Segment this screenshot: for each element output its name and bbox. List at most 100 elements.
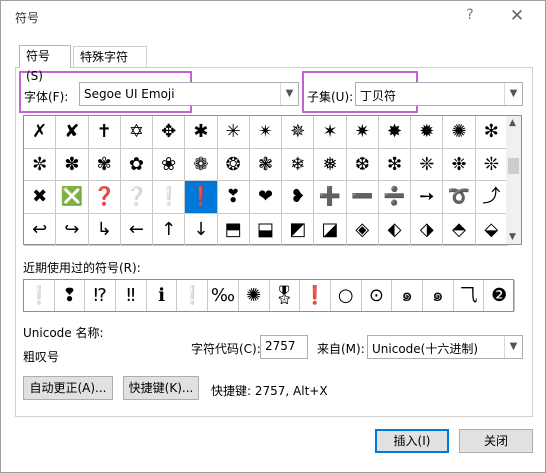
- help-icon[interactable]: ?: [461, 7, 479, 27]
- symbol-cell[interactable]: ❥: [282, 181, 315, 214]
- font-label: 字体(F):: [24, 90, 69, 104]
- recent-symbol-cell[interactable]: ❷: [484, 280, 515, 311]
- symbol-cell[interactable]: ❂: [217, 148, 250, 181]
- symbol-grid-scrollbar[interactable]: ▲ ▼: [506, 115, 522, 245]
- symbol-cell[interactable]: ✘: [56, 116, 89, 149]
- symbol-cell[interactable]: ✖: [24, 181, 57, 214]
- symbol-cell[interactable]: ❁: [185, 148, 218, 181]
- symbol-cell[interactable]: ❤: [249, 181, 283, 214]
- symbol-cell[interactable]: ↩: [24, 213, 57, 246]
- close-icon[interactable]: ✕: [507, 5, 527, 27]
- recent-symbol-cell[interactable]: ❢: [55, 280, 86, 311]
- symbol-grid[interactable]: ✗ ✘ ✝ ✡ ✥ ✱ ✳ ✴ ✵ ✶ ✷ ✸ ✹ ✺ ✻ ✼ ✽ ✾ ✿ ❀ ❁ ❂ ❃ ❄ ❅ ❆ ❇ ❈ ❉ ❊ ✖ ❎ ❓ ❔ ❕ ❗ ❣ ❤ ❥ ➕…: [23, 115, 508, 246]
- symbol-cell[interactable]: ❇: [378, 148, 412, 181]
- symbol-cell[interactable]: ✽: [56, 148, 89, 181]
- symbol-cell[interactable]: ❀: [153, 148, 186, 181]
- symbol-cell[interactable]: ➗: [378, 181, 412, 214]
- symbol-cell[interactable]: ✻: [475, 116, 508, 149]
- recent-symbol-cell[interactable]: ❕: [24, 280, 55, 311]
- symbol-cell[interactable]: ◩: [282, 213, 315, 246]
- symbol-cell[interactable]: ✱: [185, 116, 218, 149]
- recent-symbol-cell[interactable]: ❕: [177, 280, 209, 311]
- recent-symbol-cell[interactable]: ⺄: [454, 280, 485, 311]
- symbol-cell[interactable]: ❎: [56, 181, 89, 214]
- symbol-cell[interactable]: ❗: [185, 181, 218, 214]
- symbol-cell[interactable]: ❔: [120, 181, 154, 214]
- symbol-cell[interactable]: ❃: [249, 148, 283, 181]
- symbol-cell[interactable]: ❄: [282, 148, 315, 181]
- symbol-cell[interactable]: ↪: [56, 213, 89, 246]
- symbol-cell[interactable]: ❅: [314, 148, 347, 181]
- recent-symbol-cell[interactable]: ๑: [423, 280, 454, 311]
- symbol-cell[interactable]: ✵: [282, 116, 315, 149]
- scroll-up-icon[interactable]: ▲: [509, 118, 516, 128]
- symbol-cell[interactable]: ➙: [411, 181, 444, 214]
- symbol-cell[interactable]: ↳: [88, 213, 121, 246]
- symbol-cell[interactable]: ⬓: [249, 213, 283, 246]
- insert-button[interactable]: 插入(I): [375, 429, 449, 453]
- chevron-down-icon[interactable]: ▼: [504, 83, 522, 105]
- symbol-cell[interactable]: ✼: [24, 148, 57, 181]
- shortcut-key-button[interactable]: 快捷键(K)...: [123, 376, 199, 400]
- symbol-cell[interactable]: ✝: [88, 116, 121, 149]
- symbol-cell[interactable]: ❓: [88, 181, 121, 214]
- scroll-down-icon[interactable]: ▼: [509, 232, 516, 242]
- close-button[interactable]: 关闭: [459, 429, 533, 453]
- symbol-cell[interactable]: ←: [120, 213, 154, 246]
- recent-symbol-cell[interactable]: ⁉: [85, 280, 117, 311]
- symbol-cell[interactable]: ✹: [411, 116, 444, 149]
- from-value: Unicode(十六进制): [372, 342, 479, 356]
- recent-symbol-cell[interactable]: ‰: [208, 280, 239, 311]
- recent-symbol-cell[interactable]: 🎖: [270, 280, 301, 311]
- symbol-cell[interactable]: ⬖: [378, 213, 412, 246]
- symbol-cell[interactable]: ✳: [217, 116, 250, 149]
- subset-select[interactable]: 丁贝符 ▼: [355, 82, 523, 106]
- symbol-cell[interactable]: ❊: [475, 148, 508, 181]
- recent-symbol-cell[interactable]: ✺: [239, 280, 270, 311]
- symbol-cell[interactable]: ➰: [443, 181, 476, 214]
- symbol-cell[interactable]: ✿: [120, 148, 154, 181]
- recent-symbol-cell[interactable]: ℹ: [147, 280, 178, 311]
- symbol-cell[interactable]: ✷: [346, 116, 379, 149]
- symbol-cell[interactable]: ⤴: [475, 181, 508, 214]
- recent-symbol-cell[interactable]: ‼: [116, 280, 147, 311]
- symbol-cell[interactable]: ✶: [314, 116, 347, 149]
- symbol-cell[interactable]: ➖: [346, 181, 379, 214]
- autocorrect-button[interactable]: 自动更正(A)...: [23, 376, 113, 400]
- symbol-cell[interactable]: ❣: [217, 181, 250, 214]
- symbol-cell[interactable]: ✗: [24, 116, 57, 149]
- scroll-thumb[interactable]: [508, 158, 519, 174]
- symbol-cell[interactable]: ↑: [153, 213, 186, 246]
- symbol-cell[interactable]: ❆: [346, 148, 379, 181]
- recent-symbol-cell[interactable]: ๑: [392, 280, 423, 311]
- font-value: Segoe UI Emoji: [84, 87, 175, 101]
- symbol-cell[interactable]: ✾: [88, 148, 121, 181]
- font-select[interactable]: Segoe UI Emoji ▼: [79, 82, 299, 106]
- symbol-cell[interactable]: ❕: [153, 181, 186, 214]
- symbol-cell[interactable]: ➕: [314, 181, 347, 214]
- symbol-cell[interactable]: ✡: [120, 116, 154, 149]
- char-code-input[interactable]: 2757: [260, 335, 308, 359]
- recent-symbol-cell[interactable]: ⊙: [362, 280, 393, 311]
- symbol-cell[interactable]: ⬙: [475, 213, 508, 246]
- symbol-cell[interactable]: ✥: [153, 116, 186, 149]
- chevron-down-icon[interactable]: ▼: [504, 336, 522, 358]
- recent-symbol-cell[interactable]: ○: [331, 280, 362, 311]
- symbol-cell[interactable]: ✸: [378, 116, 412, 149]
- symbol-cell[interactable]: ◈: [346, 213, 379, 246]
- chevron-down-icon[interactable]: ▼: [280, 83, 298, 105]
- symbol-cell[interactable]: ✺: [443, 116, 476, 149]
- recent-symbol-cell[interactable]: ❗: [300, 280, 331, 311]
- tab-special-characters[interactable]: 特殊字符(P): [73, 46, 147, 84]
- from-select[interactable]: Unicode(十六进制) ▼: [367, 335, 523, 359]
- recent-symbols[interactable]: ❕ ❢ ⁉ ‼ ℹ ❕ ‰ ✺ 🎖 ❗ ○ ⊙ ๑๑⺄ ❷: [23, 279, 515, 312]
- symbol-cell[interactable]: ⬒: [217, 213, 250, 246]
- symbol-cell[interactable]: ↓: [185, 213, 218, 246]
- symbol-cell[interactable]: ◪: [314, 213, 347, 246]
- tab-symbols[interactable]: 符号(S): [19, 45, 71, 83]
- symbol-cell[interactable]: ⬗: [411, 213, 444, 246]
- symbol-cell[interactable]: ⬘: [443, 213, 476, 246]
- symbol-cell[interactable]: ❈: [411, 148, 444, 181]
- symbol-cell[interactable]: ✴: [249, 116, 283, 149]
- symbol-cell[interactable]: ❉: [443, 148, 476, 181]
